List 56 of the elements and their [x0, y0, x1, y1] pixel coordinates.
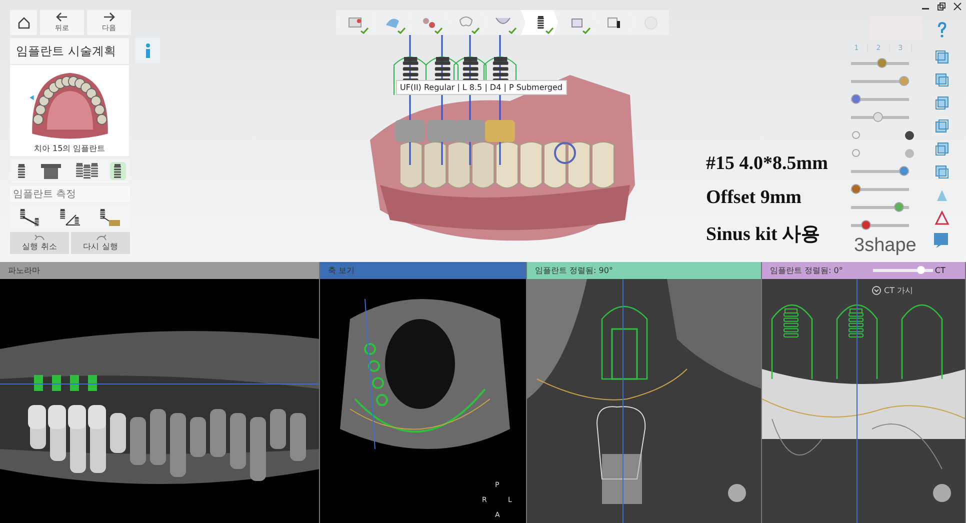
slider-thumb[interactable] — [851, 184, 861, 194]
home-icon — [16, 16, 30, 29]
step-icon — [346, 15, 362, 30]
slider-label: CT — [934, 266, 946, 275]
slider-thumb[interactable] — [899, 76, 909, 86]
layer-toggle[interactable] — [852, 131, 860, 139]
step-icon — [606, 15, 622, 30]
measure-icon — [60, 208, 80, 226]
step-icon — [420, 15, 436, 30]
undo-button[interactable]: 실행 취소 — [10, 232, 69, 254]
section-title: 임플란트 측정 — [10, 186, 130, 202]
restore-button[interactable] — [937, 2, 946, 11]
slider-thumb[interactable] — [860, 220, 871, 230]
info-button[interactable] — [135, 38, 160, 63]
view-title: 임플란트 정렬됨: 0° — [770, 265, 843, 276]
panel-title: 임플란트 시술계획 — [10, 38, 130, 65]
annotation-text: #15 4.0*8.5mm — [706, 153, 828, 175]
slider-thumb[interactable] — [899, 166, 909, 176]
redo-icon — [94, 234, 106, 241]
implants-icon — [76, 163, 100, 179]
measure-icon — [20, 208, 40, 226]
close-button[interactable] — [953, 2, 962, 11]
chevron-icon — [872, 286, 881, 295]
undo-icon — [34, 234, 46, 241]
view-title: 임플란트 정렬됨: 90° — [535, 265, 613, 276]
arrow-icon — [102, 12, 116, 22]
implant-icon — [18, 164, 26, 178]
home-button[interactable] — [10, 10, 37, 35]
ct-slider[interactable] — [872, 269, 933, 272]
annotation-text: Sinus kit 사용 — [706, 223, 822, 247]
view-title: 축 보기 — [328, 265, 355, 276]
measure-icon — [100, 208, 120, 226]
implant-tool-button[interactable] — [110, 162, 126, 180]
label-icon — [934, 233, 948, 248]
slider-thumb[interactable] — [916, 266, 925, 274]
abutment-icon — [40, 164, 61, 178]
workflow-step-tab[interactable] — [521, 10, 558, 35]
slider-thumb[interactable] — [851, 94, 861, 104]
restore-icon — [937, 2, 946, 11]
close-icon — [953, 2, 962, 11]
arrow-icon — [55, 12, 69, 22]
view-title: 파노라마 — [8, 265, 40, 276]
tooth-caption: 치아 15의 임플란트 — [32, 143, 106, 155]
slider-thumb[interactable] — [872, 112, 883, 122]
slider-thumb[interactable] — [894, 202, 904, 212]
help-icon — [937, 22, 947, 38]
redo-button[interactable]: 다시 실행 — [71, 232, 130, 254]
annotation-text: Offset 9mm — [706, 187, 802, 209]
info-icon — [144, 42, 152, 58]
slider-thumb[interactable] — [877, 58, 888, 68]
brand-logo: 3shape — [854, 234, 916, 258]
label-view-button[interactable] — [934, 233, 950, 249]
ct-visibility-toggle[interactable]: CT 가시 — [872, 285, 914, 296]
layer-toggle[interactable] — [852, 149, 860, 157]
implant-tooltip: UF(II) Regular | L 8.5 | D4 | P Submerged — [396, 80, 566, 95]
implant-icon — [114, 164, 122, 178]
